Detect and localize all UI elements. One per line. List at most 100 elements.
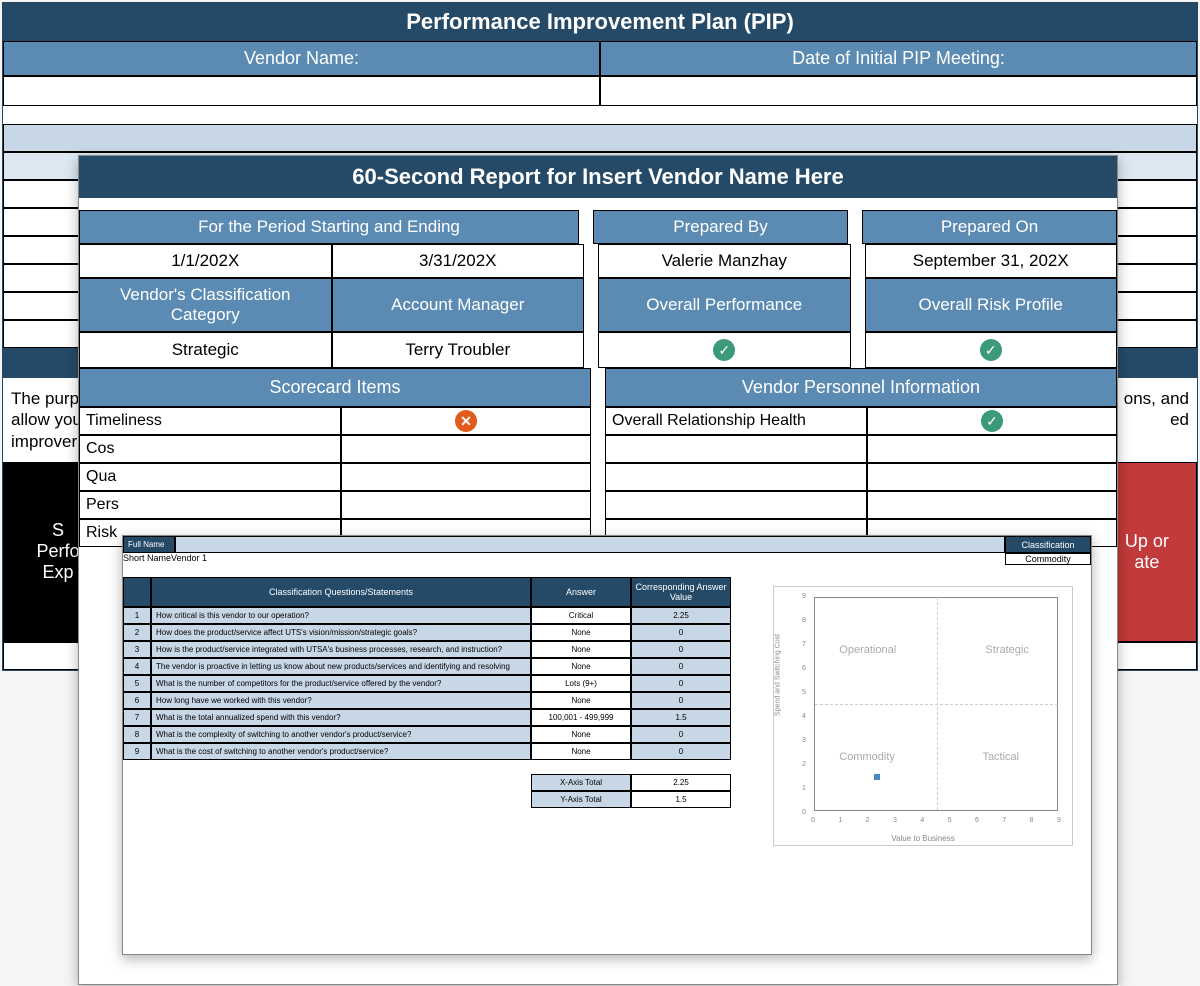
pip-text-fragment: allow you <box>11 410 82 429</box>
row-answer[interactable]: Critical <box>531 607 631 624</box>
row-answer[interactable]: None <box>531 658 631 675</box>
row-num: 7 <box>123 709 151 726</box>
row-answer[interactable]: None <box>531 692 631 709</box>
overall-risk-header: Overall Risk Profile <box>865 278 1118 332</box>
period-start: 1/1/202X <box>79 244 332 278</box>
row-question: How does the product/service affect UTS'… <box>151 624 531 641</box>
row-question: What is the cost of switching to another… <box>151 743 531 760</box>
scorecard-timeliness-label: Timeliness <box>79 407 341 435</box>
check-icon: ✓ <box>981 410 1003 432</box>
y-total-label: Y-Axis Total <box>531 791 631 808</box>
row-num: 6 <box>123 692 151 709</box>
class-cat-value: Strategic <box>79 332 332 368</box>
period-header: For the Period Starting and Ending <box>79 210 579 244</box>
row-question: What is the complexity of switching to a… <box>151 726 531 743</box>
row-question: The vendor is proactive in letting us kn… <box>151 658 531 675</box>
chart-y-tick: 6 <box>802 665 806 672</box>
personnel-row <box>605 491 867 519</box>
chart-y-tick: 9 <box>802 593 806 600</box>
row-value: 0 <box>631 658 731 675</box>
pip-vendor-name-input[interactable] <box>3 76 600 106</box>
short-name-value[interactable]: Vendor 1 <box>171 553 1005 565</box>
row-question: How is the product/service integrated wi… <box>151 641 531 658</box>
row-question: How critical is this vendor to our opera… <box>151 607 531 624</box>
classification-sheet: Full Name Classification Short Name Vend… <box>122 535 1092 955</box>
scorecard-quality-status <box>341 463 591 491</box>
row-answer[interactable]: Lots (9+) <box>531 675 631 692</box>
overall-perf-status: ✓ <box>598 332 851 368</box>
scorecard-cost-label: Cos <box>79 435 341 463</box>
pip-vendor-name-label: Vendor Name: <box>3 41 600 76</box>
chart-x-tick: 3 <box>893 817 897 824</box>
row-value: 2.25 <box>631 607 731 624</box>
row-answer[interactable]: None <box>531 641 631 658</box>
chart-x-tick: 0 <box>811 817 815 824</box>
acct-mgr-header: Account Manager <box>332 278 585 332</box>
chart-x-tick: 4 <box>920 817 924 824</box>
y-total-value: 1.5 <box>631 791 731 808</box>
pip-text-fragment: ate <box>1134 552 1159 572</box>
cross-icon: ✕ <box>455 410 477 432</box>
scorecard-personnel-label: Pers <box>79 491 341 519</box>
relationship-health-label: Overall Relationship Health <box>605 407 867 435</box>
chart-data-point <box>874 774 880 780</box>
row-answer[interactable]: None <box>531 624 631 641</box>
pip-text-fragment: ed <box>1170 409 1189 430</box>
classification-label: Classification <box>1005 536 1091 553</box>
period-end: 3/31/202X <box>332 244 585 278</box>
scorecard-quality-label: Qua <box>79 463 341 491</box>
personnel-row-status <box>867 491 1117 519</box>
row-answer[interactable]: None <box>531 726 631 743</box>
row-value: 0 <box>631 726 731 743</box>
row-num: 4 <box>123 658 151 675</box>
chart-y-tick: 3 <box>802 737 806 744</box>
chart-x-tick: 8 <box>1030 817 1034 824</box>
classification-value: Commodity <box>1005 553 1091 565</box>
quad-top-right: Strategic <box>985 644 1028 656</box>
chart-x-tick: 1 <box>838 817 842 824</box>
personnel-row <box>605 463 867 491</box>
report-title: 60-Second Report for Insert Vendor Name … <box>79 156 1117 198</box>
personnel-row-status <box>867 435 1117 463</box>
pip-date-meeting-input[interactable] <box>600 76 1197 106</box>
row-question: How long have we worked with this vendor… <box>151 692 531 709</box>
row-answer[interactable]: 100,001 - 499,999 <box>531 709 631 726</box>
full-name-label: Full Name <box>123 536 175 553</box>
row-question: What is the number of competitors for th… <box>151 675 531 692</box>
chart-x-tick: 6 <box>975 817 979 824</box>
x-total-label: X-Axis Total <box>531 774 631 791</box>
col-num-header <box>123 577 151 607</box>
row-value: 1.5 <box>631 709 731 726</box>
chart-ylabel: Spend and Switching Cost <box>775 634 782 716</box>
chart-y-tick: 4 <box>802 713 806 720</box>
chart-x-tick: 2 <box>866 817 870 824</box>
row-value: 0 <box>631 641 731 658</box>
pip-text-fragment: Perfo <box>36 541 79 561</box>
relationship-health-status: ✓ <box>867 407 1117 435</box>
quad-bottom-right: Tactical <box>982 751 1019 763</box>
prepared-on-header: Prepared On <box>862 210 1117 244</box>
personnel-row-status <box>867 463 1117 491</box>
check-icon: ✓ <box>713 339 735 361</box>
row-answer[interactable]: None <box>531 743 631 760</box>
row-num: 9 <box>123 743 151 760</box>
chart-plot-area: Operational Strategic Commodity Tactical <box>814 597 1058 811</box>
overall-perf-header: Overall Performance <box>598 278 851 332</box>
prepared-on-value: September 31, 202X <box>865 244 1118 278</box>
row-num: 8 <box>123 726 151 743</box>
col-question-header: Classification Questions/Statements <box>151 577 531 607</box>
row-num: 2 <box>123 624 151 641</box>
col-value-header: Corresponding Answer Value <box>631 577 731 607</box>
pip-text-fragment: S <box>52 520 64 540</box>
axis-totals: X-Axis Total 2.25 Y-Axis Total 1.5 <box>531 774 731 808</box>
full-name-input[interactable] <box>175 536 1005 553</box>
quad-bottom-left: Commodity <box>839 751 895 763</box>
personnel-row <box>605 435 867 463</box>
quadrant-chart: Spend and Switching Cost Value to Busine… <box>773 586 1073 846</box>
chart-y-tick: 7 <box>802 641 806 648</box>
vendor-personnel-header: Vendor Personnel Information <box>605 368 1117 407</box>
prepared-by-header: Prepared By <box>593 210 848 244</box>
scorecard-header: Scorecard Items <box>79 368 591 407</box>
chart-x-tick: 5 <box>948 817 952 824</box>
chart-y-tick: 5 <box>802 689 806 696</box>
